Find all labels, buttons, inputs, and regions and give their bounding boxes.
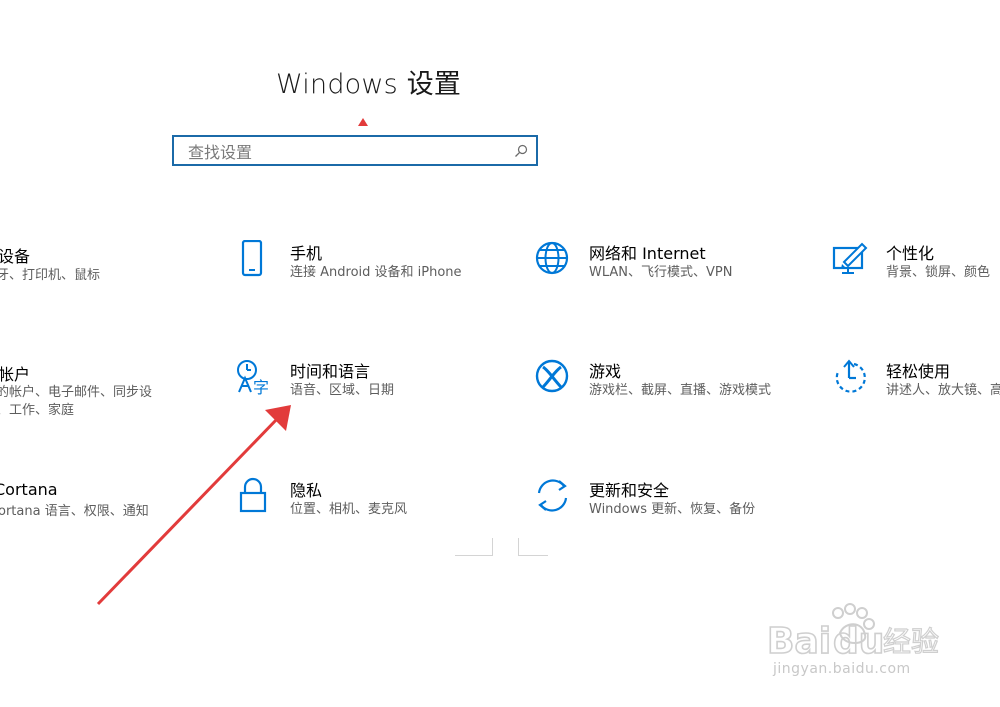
annotation-arrow (96, 405, 291, 606)
svg-text:经验: 经验 (883, 625, 939, 658)
baidu-watermark: Bai du 经验 jingyan.baidu.com (765, 603, 960, 692)
svg-text:Bai: Bai (767, 621, 831, 662)
svg-text:du: du (833, 621, 884, 662)
watermark-url: jingyan.baidu.com (773, 661, 911, 677)
